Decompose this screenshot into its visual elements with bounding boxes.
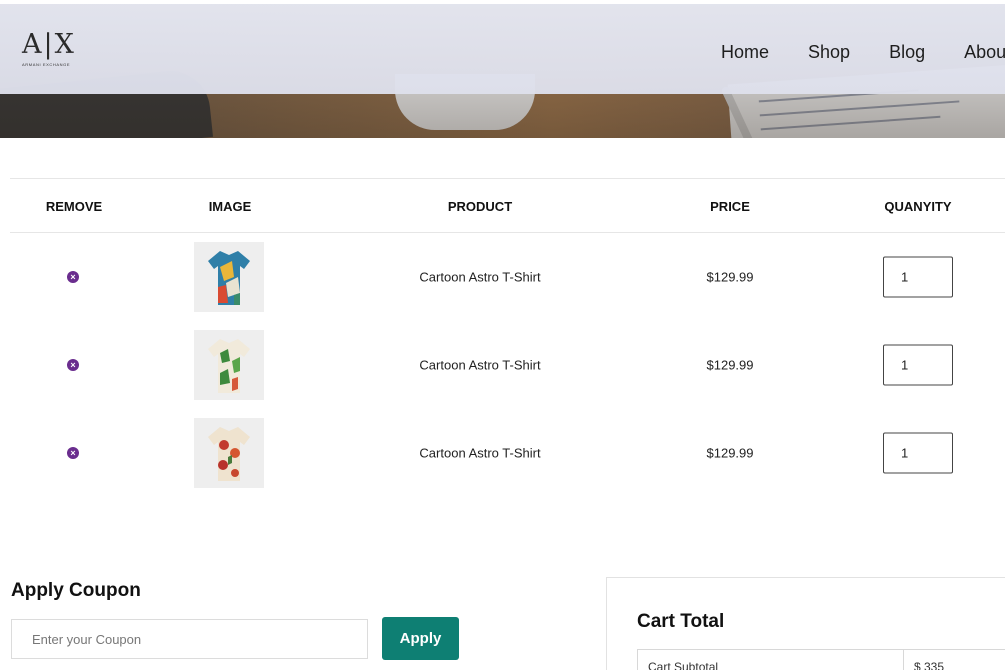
nav-home-link[interactable]: Home [721, 42, 769, 63]
coupon-input[interactable] [11, 619, 368, 659]
product-thumbnail[interactable] [194, 330, 264, 400]
product-name[interactable]: Cartoon Astro T-Shirt [419, 446, 540, 461]
quantity-input[interactable] [883, 256, 953, 298]
remove-item-icon[interactable]: × [67, 447, 79, 459]
remove-item-icon[interactable]: × [67, 359, 79, 371]
quantity-input[interactable] [883, 344, 953, 386]
main-nav: Home Shop Blog About [721, 42, 1005, 63]
column-header-remove: REMOVE [45, 199, 103, 214]
shirt-icon [208, 427, 250, 481]
product-price: $129.99 [706, 357, 754, 373]
cart-total-table: Cart Subtotal $ 335 [637, 649, 1005, 670]
nav-shop-link[interactable]: Shop [808, 42, 850, 63]
remove-item-icon[interactable]: × [67, 271, 79, 283]
column-header-image: IMAGE [208, 199, 252, 214]
nav-about-link[interactable]: About [964, 42, 1005, 63]
nav-blog-link[interactable]: Blog [889, 42, 925, 63]
logo-subtitle: ARMANI EXCHANGE [22, 62, 71, 67]
cart-row: × Cartoon Astro T-Shirt $129.99 [10, 233, 1005, 321]
navbar: A|X ARMANI EXCHANGE Home Shop Blog About [0, 4, 1005, 94]
column-header-price: PRICE [710, 199, 750, 214]
coupon-title: Apply Coupon [11, 580, 141, 601]
logo-mark: A|X [22, 29, 76, 60]
product-thumbnail[interactable] [194, 242, 264, 312]
column-header-quantity: QUANYITY [884, 199, 952, 214]
cart-total-title: Cart Total [637, 611, 725, 632]
subtotal-label: Cart Subtotal [648, 660, 719, 670]
brand-logo[interactable]: A|X ARMANI EXCHANGE [22, 30, 82, 74]
quantity-input[interactable] [883, 432, 953, 474]
product-name[interactable]: Cartoon Astro T-Shirt [419, 270, 540, 285]
cart-table-header: REMOVE IMAGE PRODUCT PRICE QUANYITY [10, 178, 1005, 233]
product-price: $129.99 [706, 445, 754, 461]
product-name[interactable]: Cartoon Astro T-Shirt [419, 358, 540, 373]
apply-coupon-button[interactable]: Apply [382, 617, 459, 660]
shirt-icon [208, 251, 250, 305]
shirt-icon [208, 339, 250, 393]
cart-row: × Cartoon Astro T-Shirt $129.99 [10, 409, 1005, 497]
subtotal-value: $ 335 [914, 660, 945, 670]
column-header-product: PRODUCT [447, 199, 513, 214]
cart-row: × Cartoon Astro T-Shirt $129.99 [10, 321, 1005, 409]
cart-total-panel: Cart Total Cart Subtotal $ 335 [606, 577, 1005, 670]
cart-table: REMOVE IMAGE PRODUCT PRICE QUANYITY × Ca… [10, 178, 1005, 497]
product-price: $129.99 [706, 269, 754, 285]
product-thumbnail[interactable] [194, 418, 264, 488]
